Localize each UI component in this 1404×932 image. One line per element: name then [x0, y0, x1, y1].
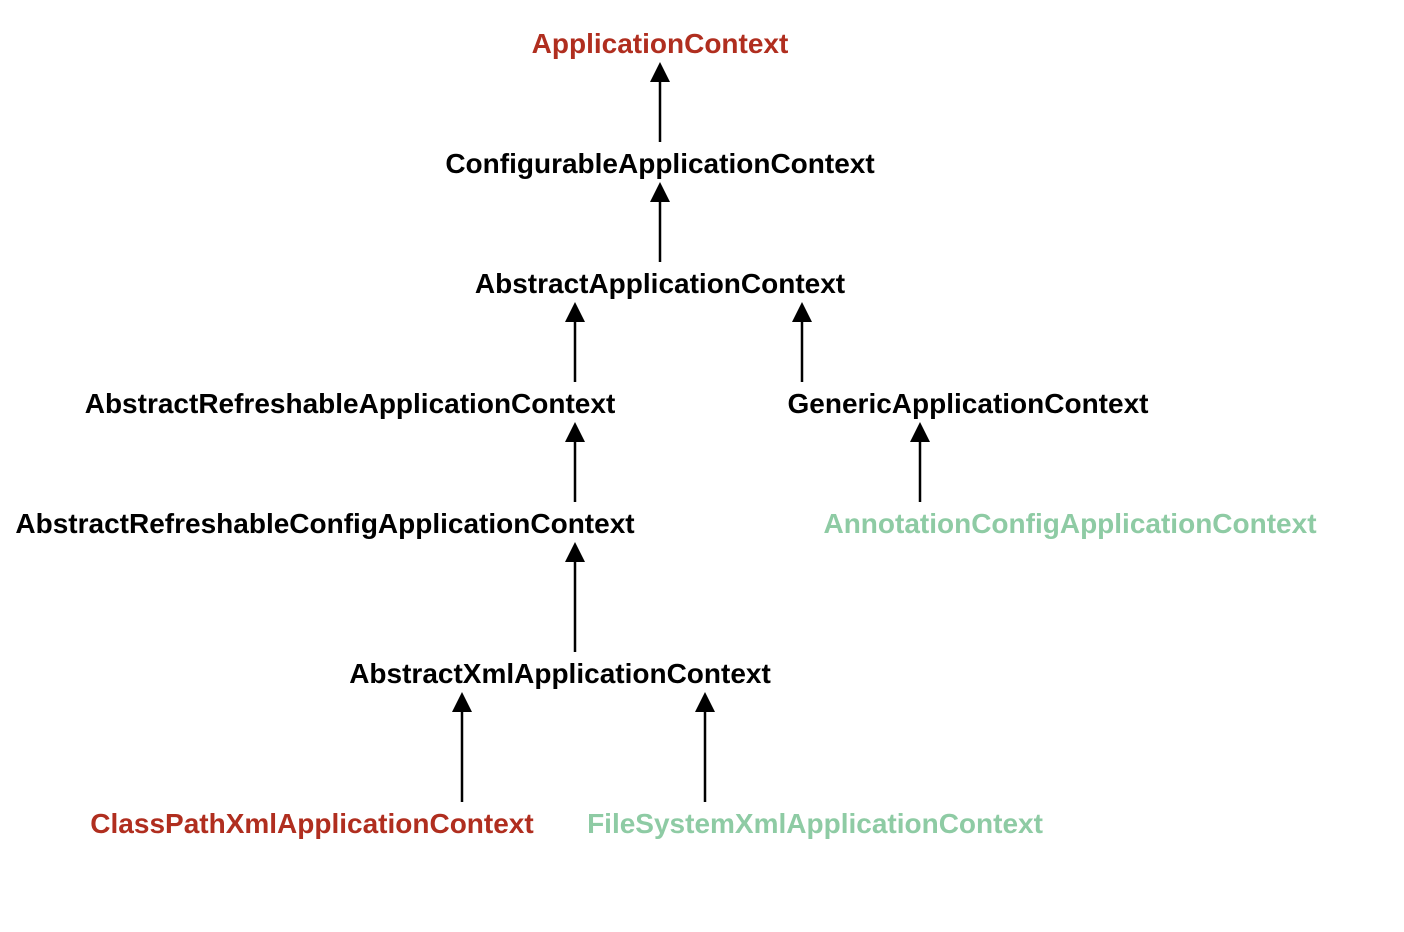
node-configurable-application-context: ConfigurableApplicationContext: [445, 148, 874, 180]
node-generic-application-context: GenericApplicationContext: [788, 388, 1149, 420]
node-abstract-xml-application-context: AbstractXmlApplicationContext: [349, 658, 771, 690]
node-abstract-application-context: AbstractApplicationContext: [475, 268, 845, 300]
node-filesystem-xml-application-context: FileSystemXmlApplicationContext: [587, 808, 1043, 840]
arrows-layer: [0, 0, 1404, 932]
node-annotation-config-application-context: AnnotationConfigApplicationContext: [823, 508, 1316, 540]
node-abstract-refreshable-config-application-context: AbstractRefreshableConfigApplicationCont…: [15, 508, 634, 540]
node-application-context: ApplicationContext: [532, 28, 789, 60]
node-classpath-xml-application-context: ClassPathXmlApplicationContext: [90, 808, 533, 840]
node-abstract-refreshable-application-context: AbstractRefreshableApplicationContext: [85, 388, 616, 420]
